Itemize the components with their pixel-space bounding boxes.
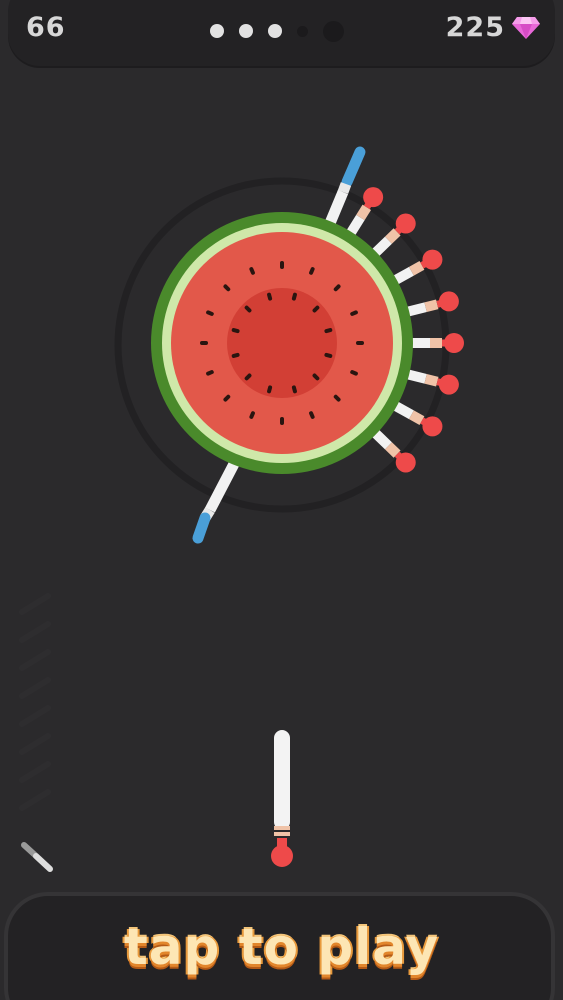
stage-dot-complete (210, 24, 224, 38)
seed (200, 341, 208, 345)
game-canvas (19, 146, 464, 872)
stage-dot-boss (323, 20, 344, 42)
seed (356, 341, 364, 345)
stage-dot-complete (268, 24, 282, 38)
score-counter: 66 (26, 12, 66, 43)
knife-counter-stripes (19, 593, 51, 811)
tap-to-play-button[interactable]: tap to play (0, 918, 563, 976)
remaining-knife-icon (21, 842, 53, 872)
gem-count: 225 (445, 12, 505, 43)
player-knife (271, 730, 293, 867)
stage-progress (210, 18, 344, 44)
diamond-icon (512, 16, 540, 39)
gem-balance: 225 (446, 12, 541, 43)
stage-dot-complete (239, 24, 253, 38)
watermelon-target (151, 212, 413, 474)
stage-dot-pending (297, 25, 308, 37)
seed (280, 261, 284, 269)
seed (280, 417, 284, 425)
game-screen[interactable]: 66 225 tap to play (0, 0, 563, 1000)
